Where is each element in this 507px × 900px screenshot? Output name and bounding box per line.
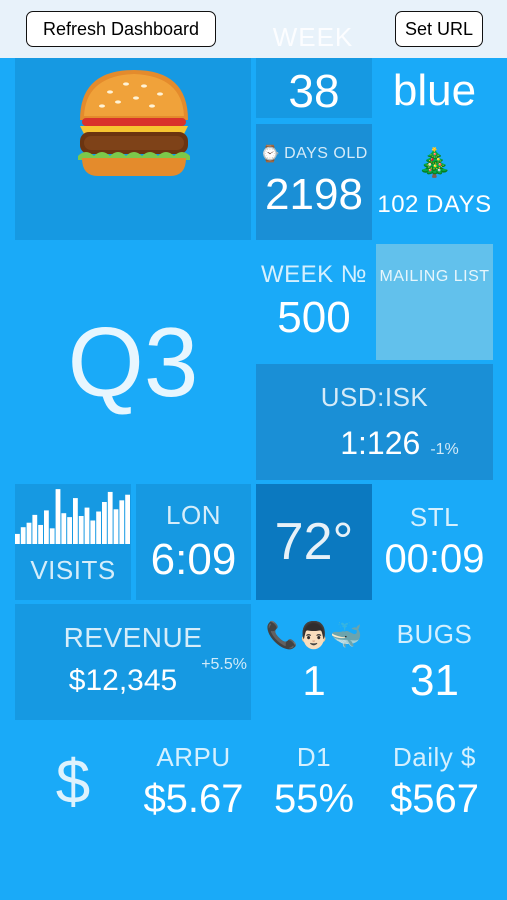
revenue-label: REVENUE	[63, 622, 203, 653]
d1-tile[interactable]: D1 55%	[256, 724, 372, 840]
christmas-days-label: 102 DAYS	[377, 190, 492, 218]
d1-value: 55%	[273, 777, 355, 821]
visits-sparkline	[15, 489, 130, 544]
bugs-value: 31	[410, 655, 459, 705]
visits-bar	[84, 507, 90, 544]
usd-isk-label: USD:ISK	[320, 382, 429, 412]
days-old-tile[interactable]: ⌚ DAYS OLD 2198	[256, 124, 372, 240]
top-bar: Refresh Dashboard Set URL	[0, 0, 507, 58]
lon-time-tile[interactable]: LON 6:09	[136, 484, 251, 600]
quarter-value: Q3	[67, 306, 199, 417]
visits-bar	[44, 510, 49, 544]
arpu-label: ARPU	[156, 742, 231, 772]
usd-isk-change: -1%	[430, 441, 459, 458]
revenue-tile[interactable]: REVENUE $12,345 +5.5%	[15, 604, 251, 720]
dollar-sign-icon: $	[55, 747, 91, 817]
temperature-tile[interactable]: 72°	[256, 484, 372, 600]
week-no-value: 500	[277, 293, 351, 342]
visits-bar	[38, 524, 43, 544]
color-word-value: blue	[392, 66, 477, 115]
daily-label: Daily $	[393, 742, 476, 772]
week-number-tile[interactable]: 38	[256, 58, 372, 118]
revenue-value: $12,345	[68, 664, 178, 697]
christmas-tree-icon: 🎄	[417, 146, 452, 178]
visits-bar	[96, 511, 101, 544]
stl-value: 00:09	[384, 537, 485, 581]
mailing-list-label: MAILING LIST	[379, 268, 490, 285]
daily-value: $567	[390, 777, 479, 821]
week-no-label: WEEK №	[260, 261, 368, 288]
visits-bar	[73, 498, 78, 544]
visits-bar	[32, 514, 38, 544]
phone-person-whale-icons: 📞👨🏻🐳	[265, 619, 363, 650]
visits-bar	[113, 509, 119, 544]
visits-bar	[78, 516, 84, 544]
visits-bar	[125, 494, 130, 544]
lon-value: 6:09	[150, 534, 237, 584]
usd-isk-tile[interactable]: USD:ISK 1:126 -1%	[256, 364, 493, 480]
visits-bar	[90, 520, 96, 544]
bugs-tile[interactable]: BUGS 31	[376, 604, 493, 720]
visits-label: VISITS	[30, 555, 116, 585]
watch-icon: ⌚	[260, 146, 281, 163]
christmas-countdown-tile[interactable]: 🎄 102 DAYS	[376, 124, 493, 240]
days-old-value: 2198	[265, 170, 363, 219]
support-value: 1	[302, 656, 326, 704]
visits-bar	[61, 513, 67, 544]
arpu-value: $5.67	[143, 777, 244, 821]
d1-label: D1	[296, 742, 332, 772]
visits-bar	[15, 533, 20, 544]
stl-time-tile[interactable]: STL 00:09	[376, 484, 493, 600]
stl-label: STL	[409, 502, 460, 532]
quarter-tile[interactable]: Q3	[15, 244, 251, 480]
arpu-tile[interactable]: ARPU $5.67	[136, 724, 251, 840]
set-url-button[interactable]: Set URL	[395, 11, 483, 47]
visits-bar	[67, 517, 72, 544]
visits-bar	[119, 500, 125, 544]
visits-bar	[26, 522, 32, 544]
visits-bar	[55, 489, 61, 544]
days-old-label: DAYS OLD	[284, 145, 368, 162]
daily-revenue-tile[interactable]: Daily $ $567	[376, 724, 493, 840]
support-tile[interactable]: 📞👨🏻🐳 1	[256, 604, 372, 720]
temperature-value: 72°	[274, 513, 354, 571]
color-tile[interactable]: blue	[376, 58, 493, 118]
visits-bar	[49, 528, 55, 544]
revenue-change: +5.5%	[201, 656, 247, 673]
refresh-dashboard-button[interactable]: Refresh Dashboard	[26, 11, 216, 47]
visits-bar	[107, 491, 113, 544]
bugs-label: BUGS	[396, 618, 473, 649]
mailing-list-tile[interactable]: MAILING LIST	[376, 244, 493, 360]
week-ghost-label: WEEK	[272, 22, 354, 52]
burger-icon	[74, 62, 194, 182]
dollar-tile[interactable]: $	[15, 724, 131, 840]
week-number-value: 38	[288, 65, 340, 117]
lon-label: LON	[166, 499, 221, 530]
usd-isk-value: 1:126	[340, 425, 421, 461]
visits-bar	[20, 527, 26, 544]
week-no-tile[interactable]: WEEK № 500	[256, 244, 372, 360]
visits-bar	[102, 502, 107, 544]
